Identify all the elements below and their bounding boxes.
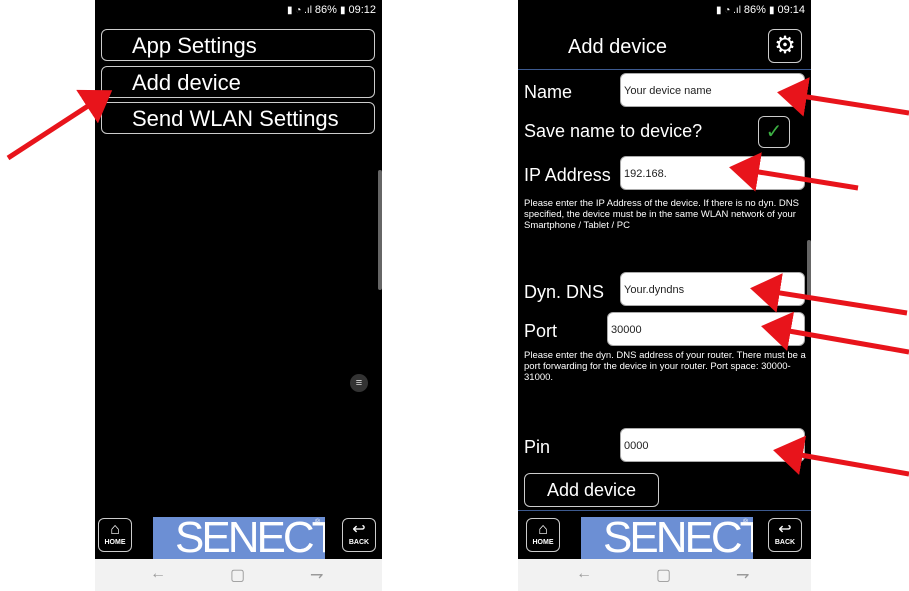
annotation-arrows: [6, 77, 909, 477]
arrow-pin-field: [773, 435, 909, 477]
arrow-port-field: [761, 311, 909, 355]
arrow-ip-field: [729, 152, 859, 192]
arrow-name-field: [777, 77, 909, 117]
arrow-dns-field: [750, 273, 908, 316]
arrow-left-menu: [6, 89, 113, 161]
